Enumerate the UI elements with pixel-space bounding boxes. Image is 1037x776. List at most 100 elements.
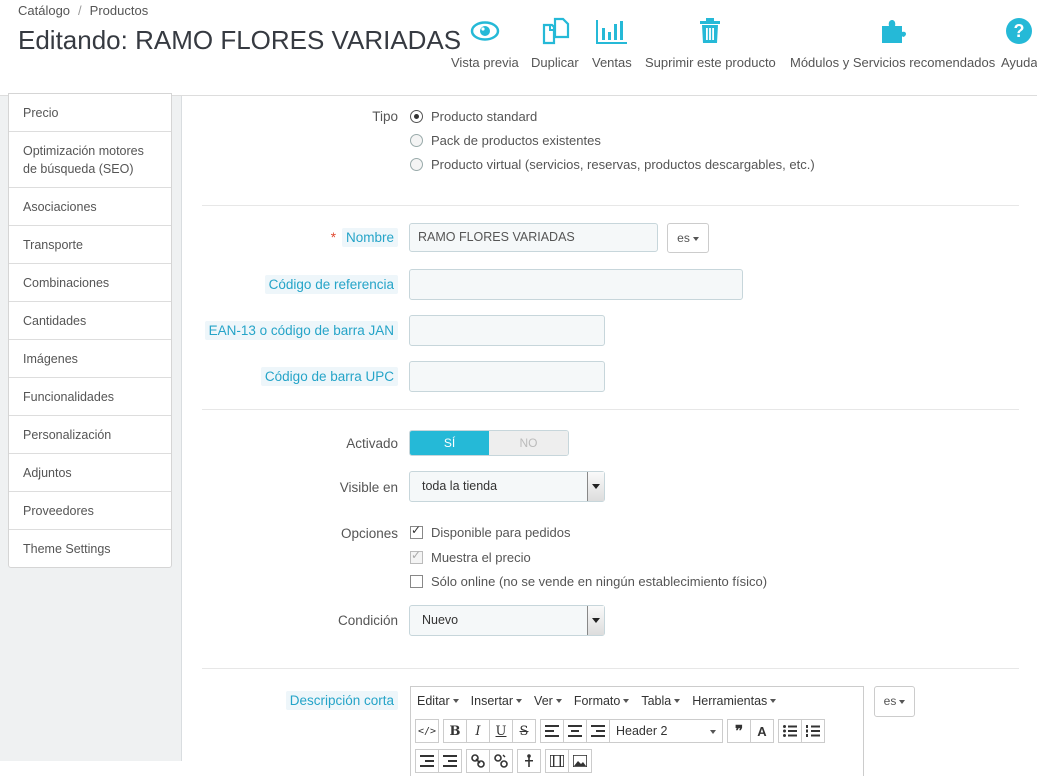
caret-down-icon [623, 699, 630, 704]
underline-icon[interactable]: U [489, 719, 513, 743]
short-description-label-text: Descripción corta [285, 691, 398, 710]
upc-label: Código de barra UPC [260, 367, 398, 386]
sidebar-item-cantidades[interactable]: Cantidades [9, 302, 171, 340]
caret-down-icon [899, 699, 906, 704]
active-no-option[interactable]: NO [489, 431, 568, 455]
sidebar-item-asociaciones[interactable]: Asociaciones [9, 188, 171, 226]
indent-icon[interactable] [438, 749, 462, 773]
dropdown-arrow-icon [587, 606, 604, 635]
menu-herramientas[interactable]: Herramientas [692, 694, 777, 708]
help-button[interactable]: ? Ayuda [1001, 16, 1037, 70]
sidebar-item-transporte[interactable]: Transporte [9, 226, 171, 264]
reference-label-text: Código de referencia [264, 275, 398, 294]
modules-label: Módulos y Servicios recomendados [790, 55, 996, 70]
menu-ver-label: Ver [534, 693, 553, 708]
breadcrumb-separator: / [78, 3, 82, 18]
checkbox-available-for-order[interactable] [410, 523, 423, 539]
short-description-language-dropdown[interactable]: es [874, 686, 915, 717]
required-marker: * [330, 230, 336, 245]
align-center-icon[interactable] [563, 719, 587, 743]
anchor-icon[interactable] [517, 749, 541, 773]
link-icon[interactable] [466, 749, 490, 773]
italic-icon[interactable]: I [466, 719, 490, 743]
caret-down-icon [710, 730, 716, 734]
checkbox-show-price[interactable] [410, 548, 423, 564]
blockquote-icon[interactable]: ❞ [727, 719, 751, 743]
menu-editar-label: Editar [417, 693, 450, 708]
condition-value: Nuevo [422, 613, 459, 627]
product-form: Tipo Producto standard Pack de productos… [182, 96, 1037, 776]
radio-standard[interactable] [410, 110, 423, 123]
sidebar-item-funcionalidades[interactable]: Funcionalidades [9, 378, 171, 416]
option-show-price[interactable]: Muestra el precio [410, 548, 531, 565]
name-language-value: es [677, 231, 690, 245]
modules-button[interactable]: Módulos y Servicios recomendados [790, 16, 995, 70]
delete-label: Suprimir este producto [645, 55, 776, 70]
divider [202, 205, 1019, 206]
numbered-list-icon[interactable] [801, 719, 825, 743]
radio-virtual[interactable] [410, 158, 423, 171]
unlink-icon[interactable] [489, 749, 513, 773]
ean13-input[interactable] [409, 315, 605, 346]
menu-tabla[interactable]: Tabla [641, 694, 681, 708]
outdent-icon[interactable] [415, 749, 439, 773]
preview-button[interactable]: Vista previa [451, 16, 519, 70]
breadcrumb-catalog[interactable]: Catálogo [18, 3, 70, 18]
type-option-virtual[interactable]: Producto virtual (servicios, reservas, p… [410, 157, 815, 172]
visibility-value: toda la tienda [422, 479, 498, 493]
reference-input[interactable] [409, 269, 743, 300]
radio-pack[interactable] [410, 134, 423, 147]
image-icon[interactable] [568, 749, 592, 773]
sidebar-item-seo[interactable]: Optimización motores de búsqueda (SEO) [9, 132, 171, 188]
caret-down-icon [692, 236, 699, 241]
name-language-dropdown[interactable]: es [667, 223, 709, 253]
delete-button[interactable]: Suprimir este producto [645, 16, 776, 70]
menu-formato[interactable]: Formato [574, 694, 630, 708]
sidebar-item-precio[interactable]: Precio [9, 94, 171, 132]
rich-text-editor: Editar Insertar Ver Formato Tabla Herram… [410, 686, 864, 776]
active-switch[interactable]: SÍ NO [409, 430, 569, 456]
sales-button[interactable]: Ventas [592, 16, 632, 70]
sidebar-item-combinaciones[interactable]: Combinaciones [9, 264, 171, 302]
breadcrumb-products[interactable]: Productos [90, 3, 149, 18]
menu-insertar-label: Insertar [470, 693, 514, 708]
menu-editar[interactable]: Editar [417, 694, 459, 708]
video-icon[interactable] [545, 749, 569, 773]
active-yes-option[interactable]: SÍ [410, 431, 489, 455]
upc-input[interactable] [409, 361, 605, 392]
condition-label: Condición [337, 613, 398, 628]
checkbox-online-only[interactable] [410, 575, 423, 588]
short-description-label: Descripción corta [285, 691, 398, 710]
format-select[interactable]: Header 2 [609, 719, 723, 743]
condition-select[interactable]: Nuevo [409, 605, 605, 636]
sidebar-item-personalizacion[interactable]: Personalización [9, 416, 171, 454]
sidebar-item-imagenes[interactable]: Imágenes [9, 340, 171, 378]
reference-label: Código de referencia [264, 275, 398, 294]
menu-formato-label: Formato [573, 693, 621, 708]
menu-insertar[interactable]: Insertar [470, 693, 523, 708]
breadcrumb: Catálogo / Productos [18, 3, 148, 18]
type-option-pack[interactable]: Pack de productos existentes [410, 133, 601, 148]
align-left-icon[interactable] [540, 719, 564, 743]
name-input[interactable]: RAMO FLORES VARIADAS [409, 223, 658, 252]
option-online-only[interactable]: Sólo online (no se vende en ningún estab… [410, 574, 767, 589]
type-option-standard[interactable]: Producto standard [410, 109, 537, 124]
sales-label: Ventas [592, 55, 632, 70]
product-tabs-menu: Precio Optimización motores de búsqueda … [8, 93, 172, 568]
visibility-select[interactable]: toda la tienda [409, 471, 605, 502]
caret-down-icon [452, 699, 459, 704]
text-color-icon[interactable]: A [750, 719, 774, 743]
menu-ver[interactable]: Ver [534, 694, 562, 708]
sidebar-item-theme-settings[interactable]: Theme Settings [9, 530, 171, 567]
duplicate-button[interactable]: Duplicar [531, 16, 579, 70]
option-available-for-order[interactable]: Disponible para pedidos [410, 523, 570, 540]
sidebar-item-proveedores[interactable]: Proveedores [9, 492, 171, 530]
align-right-icon[interactable] [586, 719, 610, 743]
sidebar-item-adjuntos[interactable]: Adjuntos [9, 454, 171, 492]
bold-icon[interactable]: B [443, 719, 467, 743]
editor-toolbar-row2 [415, 749, 592, 773]
bullet-list-icon[interactable] [778, 719, 802, 743]
strikethrough-icon[interactable]: S [512, 719, 536, 743]
source-code-icon[interactable]: </> [415, 719, 439, 743]
ean13-label: EAN-13 o código de barra JAN [204, 321, 398, 340]
